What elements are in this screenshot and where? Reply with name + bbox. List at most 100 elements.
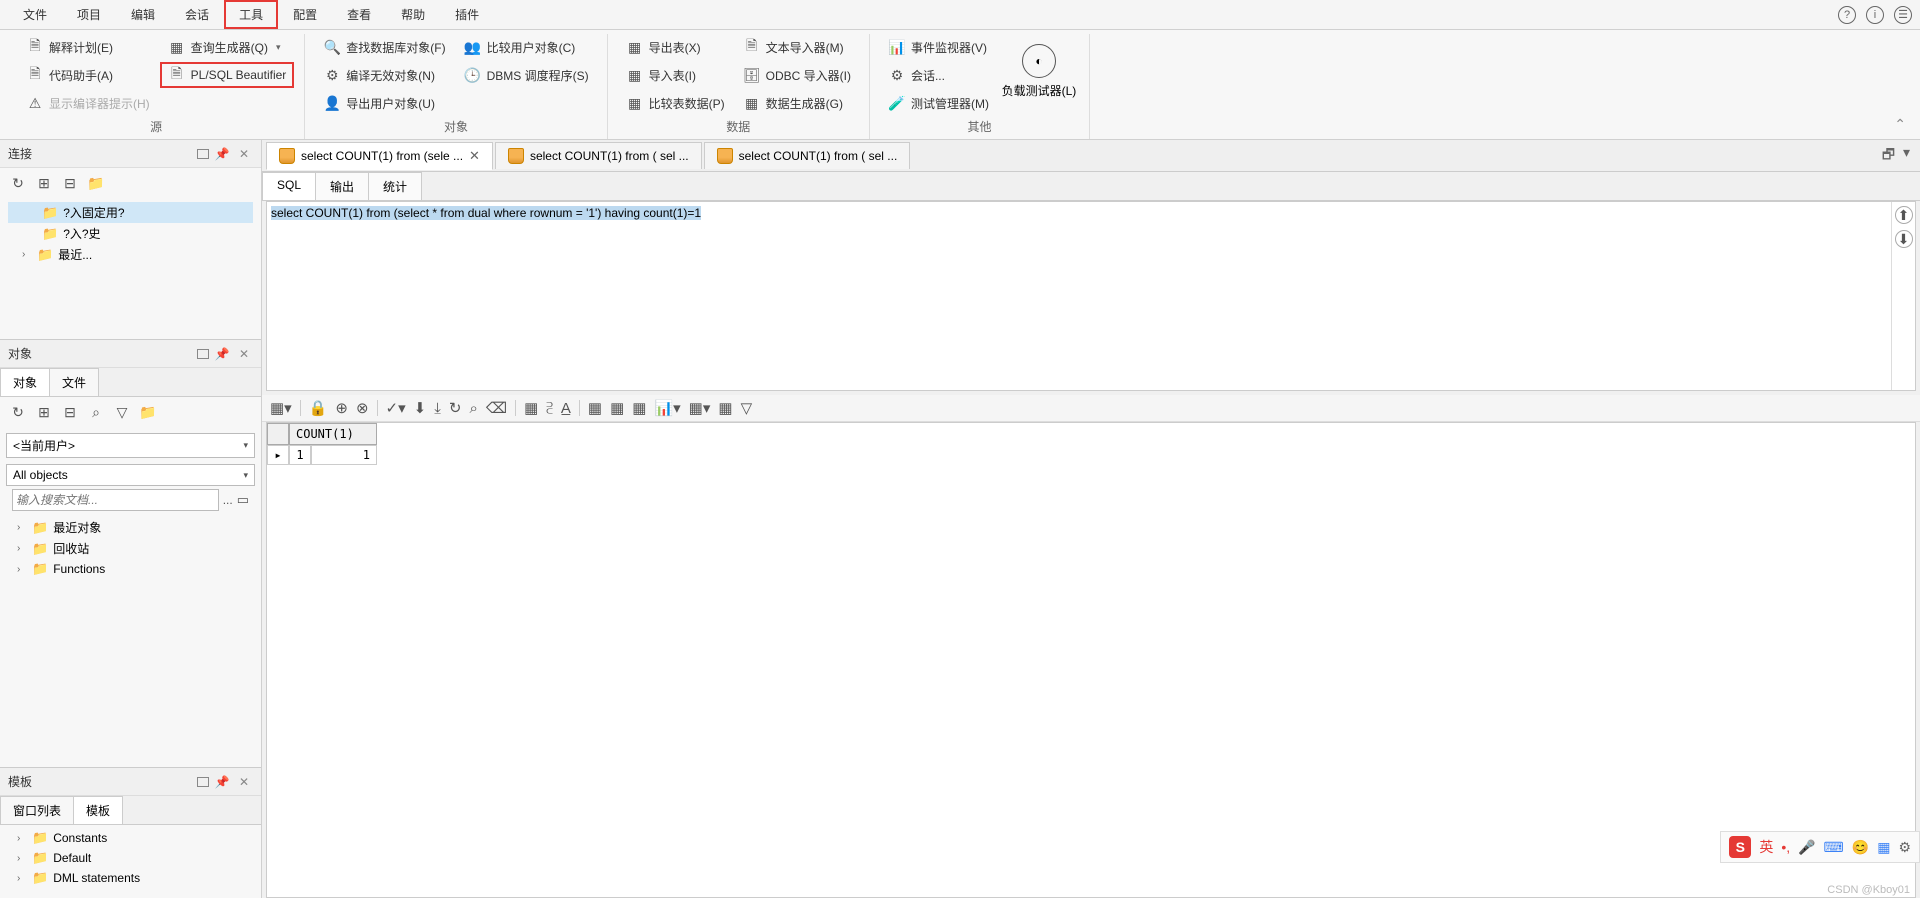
chart2-icon[interactable]: 📊▾ (654, 399, 680, 417)
filter-result-icon[interactable]: ▽ (741, 399, 753, 417)
export-tables-button[interactable]: ▦导出表(X) (618, 34, 733, 60)
panel-close-icon[interactable]: ✕ (235, 346, 253, 362)
obj-tree-recent[interactable]: ›📁最近对象 (3, 517, 258, 538)
explain-plan-button[interactable]: 🗎解释计划(E) (18, 34, 158, 60)
sum-icon[interactable]: ▦ (718, 399, 732, 417)
more-icon[interactable]: ... (223, 493, 233, 507)
tpl-dml[interactable]: ›📁DML statements (3, 868, 258, 888)
panel-close-icon[interactable]: ✕ (235, 774, 253, 790)
ime-punct-icon[interactable]: •, (1781, 839, 1790, 855)
menu-file[interactable]: 文件 (8, 0, 62, 29)
ime-emoji-icon[interactable]: 😊 (1852, 839, 1869, 856)
dbms-sched-button[interactable]: 🕒DBMS 调度程序(S) (456, 62, 597, 88)
info-icon[interactable]: i (1866, 6, 1884, 24)
templates-tab-windowlist[interactable]: 窗口列表 (0, 796, 74, 824)
data-gen-button[interactable]: ▦数据生成器(G) (735, 90, 859, 116)
subtab-stats[interactable]: 统计 (368, 172, 422, 200)
single-record-icon[interactable]: ▦ (524, 399, 538, 417)
hamburger-icon[interactable]: ☰ (1894, 6, 1912, 24)
subtab-output[interactable]: 输出 (315, 172, 369, 200)
load-tester-button[interactable]: ◐负载测试器(L) (999, 34, 1079, 99)
column-header[interactable]: COUNT(1) (289, 423, 377, 445)
add-row-icon[interactable]: ⊕ (335, 399, 348, 417)
menu-tools[interactable]: 工具 (224, 0, 278, 29)
compile-invalid-button[interactable]: ⚙编译无效对象(N) (315, 62, 453, 88)
go-icon[interactable]: ▭ (237, 492, 249, 508)
conn-item-2[interactable]: ›📁最近... (8, 244, 253, 265)
execute-icon[interactable]: ⬆ (1895, 206, 1913, 224)
text-icon[interactable]: A̲ (561, 400, 571, 417)
folder-icon[interactable]: 📁 (138, 402, 158, 422)
beautifier-button[interactable]: 🗎PL/SQL Beautifier (160, 62, 295, 88)
object-search-input[interactable] (12, 489, 219, 511)
panel-pin-icon[interactable]: 📌 (213, 346, 231, 362)
ime-mic-icon[interactable]: 🎤 (1798, 839, 1815, 856)
doc-tab-0[interactable]: select COUNT(1) from (sele ...✕ (266, 142, 493, 170)
export-grid-icon[interactable]: ▦ (588, 399, 602, 417)
query-builder-button[interactable]: ▦查询生成器(Q)▾ (160, 34, 295, 60)
menu-help[interactable]: 帮助 (386, 0, 440, 29)
obj-tree-recycle[interactable]: ›📁回收站 (3, 538, 258, 559)
panel-close-icon[interactable]: ✕ (235, 146, 253, 162)
fetch-next-icon[interactable]: ⬇ (414, 399, 427, 417)
filter-icon[interactable]: ▽ (112, 402, 132, 422)
clear-icon[interactable]: ⌫ (486, 399, 507, 417)
menu-plugins[interactable]: 插件 (440, 0, 494, 29)
conn-item-0[interactable]: 📁?入固定用? (8, 202, 253, 223)
obj-tree-functions[interactable]: ›📁Functions (3, 559, 258, 579)
menu-edit[interactable]: 编辑 (116, 0, 170, 29)
ime-apps-icon[interactable]: ▦ (1877, 839, 1890, 856)
find-db-button[interactable]: 🔍查找数据库对象(F) (315, 34, 453, 60)
compare-user-button[interactable]: 👥比较用户对象(C) (456, 34, 597, 60)
remove-icon[interactable]: ⊟ (60, 402, 80, 422)
tpl-constants[interactable]: ›📁Constants (3, 828, 258, 848)
ime-logo-icon[interactable]: S (1729, 836, 1751, 858)
menu-config[interactable]: 配置 (278, 0, 332, 29)
remove-icon[interactable]: ⊟ (60, 173, 80, 193)
delete-row-icon[interactable]: ⊗ (356, 399, 369, 417)
import-tables-button[interactable]: ▦导入表(I) (618, 62, 733, 88)
tpl-default[interactable]: ›📁Default (3, 848, 258, 868)
layout-icon[interactable]: ▦▾ (689, 399, 711, 417)
copy-grid-icon[interactable]: ▦ (610, 399, 624, 417)
panel-maximize-icon[interactable] (197, 777, 209, 787)
ime-keyboard-icon[interactable]: ⌨ (1824, 839, 1844, 856)
panel-pin-icon[interactable]: 📌 (213, 774, 231, 790)
ime-lang[interactable]: 英 (1759, 837, 1773, 857)
doc-tab-2[interactable]: select COUNT(1) from ( sel ... (704, 142, 911, 169)
menu-session[interactable]: 会话 (170, 0, 224, 29)
export-user-button[interactable]: 👤导出用户对象(U) (315, 90, 453, 116)
objects-tab-files[interactable]: 文件 (49, 368, 99, 396)
dropdown-icon[interactable]: ▾ (1903, 144, 1910, 168)
print-grid-icon[interactable]: ▦ (632, 399, 646, 417)
panel-maximize-icon[interactable] (197, 349, 209, 359)
execute-all-icon[interactable]: ⬇ (1895, 230, 1913, 248)
scope-combo[interactable]: All objects▾ (6, 464, 255, 486)
find-icon[interactable]: ⌕ (469, 400, 477, 417)
help-icon[interactable]: ? (1838, 6, 1856, 24)
close-icon[interactable]: ✕ (469, 148, 480, 164)
odbc-importer-button[interactable]: 🗄ODBC 导入器(I) (735, 62, 859, 88)
windows-icon[interactable]: 🗗 (1882, 144, 1895, 168)
objects-tab-objects[interactable]: 对象 (0, 368, 50, 396)
subtab-sql[interactable]: SQL (262, 172, 316, 200)
add-icon[interactable]: ⊞ (34, 402, 54, 422)
user-combo[interactable]: <当前用户>▾ (6, 433, 255, 458)
templates-tab-templates[interactable]: 模板 (73, 796, 123, 824)
menu-view[interactable]: 查看 (332, 0, 386, 29)
refresh-icon[interactable]: ↻ (449, 399, 462, 417)
conn-item-1[interactable]: 📁?入?史 (8, 223, 253, 244)
folder-icon[interactable]: 📁 (86, 173, 106, 193)
add-icon[interactable]: ⊞ (34, 173, 54, 193)
panel-maximize-icon[interactable] (197, 149, 209, 159)
doc-tab-1[interactable]: select COUNT(1) from ( sel ... (495, 142, 702, 169)
menu-project[interactable]: 项目 (62, 0, 116, 29)
sql-editor[interactable]: select COUNT(1) from (select * from dual… (267, 202, 1891, 390)
cell-value[interactable]: 1 (311, 445, 377, 465)
ime-gear-icon[interactable]: ⚙ (1898, 839, 1911, 856)
sessions-button[interactable]: ⚙会话... (880, 62, 997, 88)
commit-icon[interactable]: ✓▾ (386, 399, 406, 417)
refresh-icon[interactable]: ↻ (8, 173, 28, 193)
grid-icon[interactable]: ▦▾ (270, 399, 292, 417)
row-indicator[interactable]: ▸ (267, 445, 289, 465)
